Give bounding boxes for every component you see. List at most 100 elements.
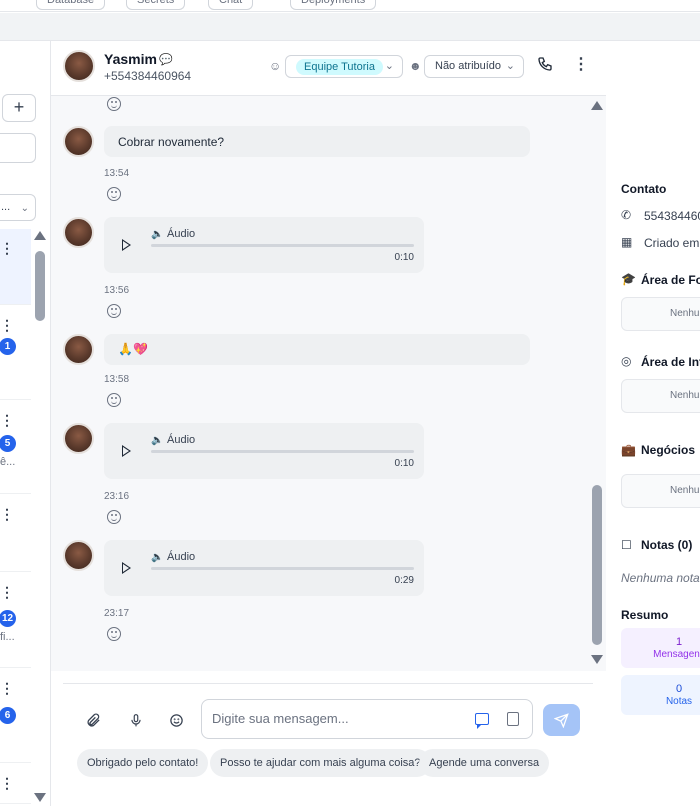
phone-icon (538, 57, 552, 71)
send-icon (554, 713, 569, 728)
speaker-icon: 🔈 (151, 435, 164, 446)
interest-field[interactable]: Nenhum (621, 379, 700, 413)
chat-header: Yasmim 💬 +554384460964 ☺ Equipe Tutoria … (51, 41, 606, 96)
send-button[interactable] (543, 704, 580, 736)
list-scrollbar[interactable] (34, 231, 46, 806)
browser-tab[interactable]: Deployments (290, 0, 377, 10)
message-input[interactable]: Digite sua mensagem... (201, 699, 533, 739)
speaker-icon: 🔈 (151, 552, 164, 563)
deals-field[interactable]: Nenhum (621, 474, 700, 508)
list-item[interactable]: ⋮ 1 (0, 306, 31, 400)
audio-message: 🔈 Áudio 0:10 (104, 423, 424, 479)
attach-button[interactable] (84, 713, 102, 731)
filter-select[interactable]: ... ⌄ (0, 194, 36, 221)
audio-duration: 0:10 (394, 458, 414, 469)
quick-reply-chip[interactable]: Obrigado pelo contato! (77, 749, 209, 777)
more-options-icon[interactable]: ⋮ (0, 413, 14, 427)
empty-value: Nenhum (670, 390, 700, 401)
document-icon[interactable] (507, 712, 519, 726)
list-item[interactable]: ⋮ 5 ê... (0, 401, 31, 494)
divider (63, 683, 593, 684)
more-options-icon[interactable]: ⋮ (0, 776, 14, 790)
notes-stat: 0 Notas (621, 675, 700, 715)
audio-message: 🔈 Áudio 0:29 (104, 540, 424, 596)
more-options-icon[interactable]: ⋮ (0, 318, 14, 332)
quick-reply-chip[interactable]: Posso te ajudar com mais alguma coisa? (210, 749, 431, 777)
search-input[interactable] (0, 133, 36, 163)
react-emoji-icon[interactable] (107, 97, 121, 111)
unread-badge: 6 (0, 707, 16, 724)
more-options-icon[interactable]: ⋮ (0, 507, 14, 521)
microphone-button[interactable] (127, 713, 145, 731)
team-badge: Equipe Tutoria (296, 59, 383, 75)
contact-heading: Contato (621, 182, 667, 196)
chevron-down-icon: ⌄ (505, 60, 515, 72)
training-field[interactable]: Nenhum (621, 297, 700, 331)
list-item[interactable]: ⋮ (0, 229, 31, 305)
message-composer: Digite sua mensagem... Obrigado pelo con… (51, 671, 606, 806)
scrollbar-thumb[interactable] (35, 251, 45, 321)
conversation-list: ⋮ ⋮ 1 ⋮ 5 ê... ⋮ ⋮ 12 fi... ⋮ 6 ⋮ (0, 229, 31, 804)
react-emoji-icon[interactable] (107, 627, 121, 641)
team-select[interactable]: Equipe Tutoria ⌄ (285, 55, 403, 78)
add-conversation-button[interactable]: + (2, 94, 36, 122)
message-bubble: 🙏💖 (104, 334, 530, 365)
conversation-snippet: ê... (0, 456, 16, 468)
more-options-button[interactable]: ⋮ (573, 56, 589, 76)
graduation-cap-icon: 🎓 (621, 272, 636, 286)
react-emoji-icon[interactable] (107, 510, 121, 524)
react-emoji-icon[interactable] (107, 187, 121, 201)
notes-heading: Notas (0) (641, 538, 693, 552)
list-item[interactable]: ⋮ (0, 764, 31, 804)
scroll-up-icon[interactable] (591, 101, 603, 110)
notes-count: 0 (675, 683, 683, 695)
call-button[interactable] (537, 56, 557, 76)
react-emoji-icon[interactable] (107, 393, 121, 407)
audio-progress-track[interactable] (151, 567, 414, 570)
smiley-icon (169, 714, 183, 727)
play-button[interactable] (122, 562, 131, 574)
contact-phone: +554384460964 (104, 69, 192, 83)
audio-label: Áudio (167, 228, 196, 240)
toolbar-bar (0, 13, 700, 41)
message-time: 23:17 (104, 608, 130, 619)
message-text: Cobrar novamente? (118, 135, 225, 149)
chat-bubble-icon: 💬 (159, 54, 173, 66)
speaker-icon: 🔈 (151, 229, 164, 240)
browser-tab[interactable]: Secrets (126, 0, 186, 10)
more-options-icon[interactable]: ⋮ (0, 681, 14, 695)
list-item[interactable]: ⋮ 6 (0, 669, 31, 763)
more-options-icon[interactable]: ⋮ (0, 241, 14, 255)
audio-progress-track[interactable] (151, 244, 414, 247)
message-time: 23:16 (104, 491, 130, 502)
created-date: Criado em (644, 236, 700, 250)
emoji-button[interactable] (167, 713, 185, 731)
calendar-icon: ▦ (621, 235, 633, 249)
more-options-icon[interactable]: ⋮ (0, 585, 14, 599)
chat-scrollbar[interactable] (591, 101, 603, 669)
play-button[interactable] (122, 445, 131, 457)
chevron-down-icon: ⌄ (384, 60, 394, 72)
sender-avatar (63, 126, 94, 157)
browser-tab[interactable]: Database (36, 0, 106, 10)
react-emoji-icon[interactable] (107, 304, 121, 318)
scroll-down-icon[interactable] (34, 793, 46, 802)
list-item[interactable]: ⋮ (0, 495, 31, 572)
browser-tab-strip: Database Secrets Chat Deployments (0, 0, 700, 12)
list-item[interactable]: ⋮ 12 fi... (0, 573, 31, 668)
assignee-select[interactable]: Não atribuído ⌄ (424, 55, 524, 78)
browser-tab[interactable]: Chat (208, 0, 254, 10)
scrollbar-thumb[interactable] (592, 485, 602, 645)
quick-reply-icon[interactable] (475, 713, 489, 729)
messages-count: 1 (675, 636, 683, 648)
interest-heading: Área de Interesse (641, 355, 700, 369)
play-button[interactable] (122, 239, 131, 251)
audio-duration: 0:10 (394, 252, 414, 263)
audio-duration: 0:29 (394, 575, 414, 586)
conversation-list-panel: + ... ⌄ ⋮ ⋮ 1 ⋮ 5 ê... ⋮ ⋮ 12 fi... ⋮ 6 (0, 41, 51, 806)
quick-reply-chip[interactable]: Agende uma conversa (419, 749, 550, 777)
contact-avatar[interactable] (63, 50, 95, 82)
scroll-down-icon[interactable] (591, 655, 603, 664)
scroll-up-icon[interactable] (34, 231, 46, 240)
audio-progress-track[interactable] (151, 450, 414, 453)
